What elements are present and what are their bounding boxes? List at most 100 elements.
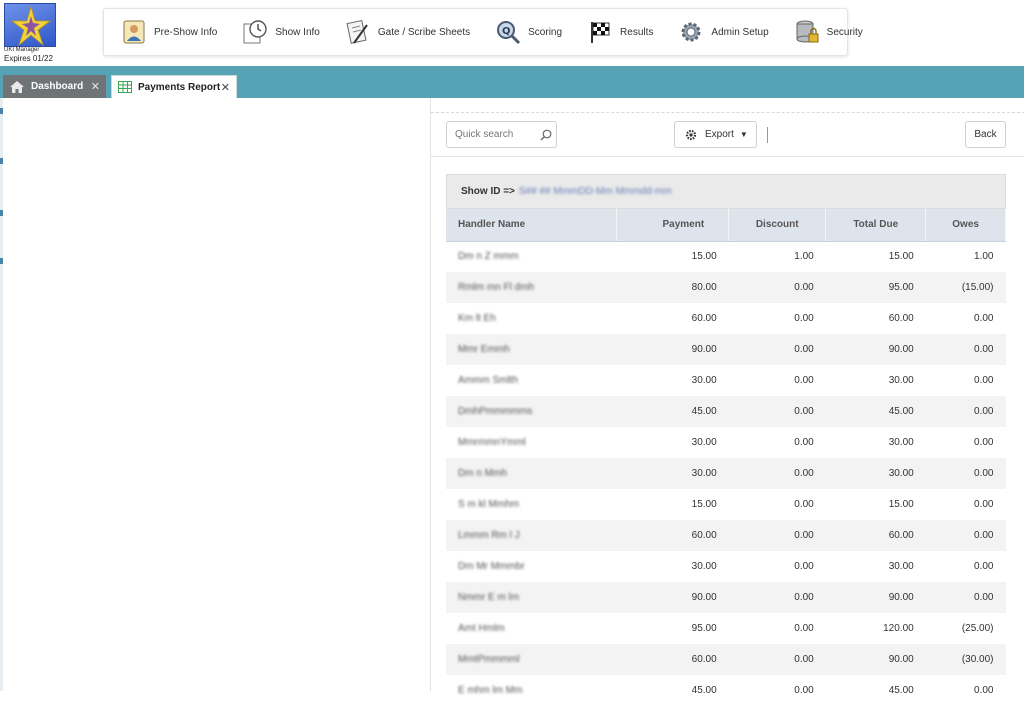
nav-show-info[interactable]: Show Info [241,12,320,52]
owes-cell: (15.00) [925,272,1006,303]
handler-name: Mmr Emmh [458,344,510,355]
tab-label: Dashboard [31,81,84,92]
col-total-due[interactable]: Total Due [825,209,927,242]
table-row[interactable]: DmhPmmmmms 45.00 0.00 45.00 0.00 [446,396,1006,427]
tab-payments-report[interactable]: Payments Report ✕ [111,75,237,98]
tab-dashboard[interactable]: Dashboard ✕ [3,75,106,98]
table-row[interactable]: Dm Mr Mmmbr 30.00 0.00 30.00 0.00 [446,551,1006,582]
payment-cell: 80.00 [616,272,729,303]
owes-cell: 0.00 [974,313,994,324]
close-icon[interactable]: ✕ [91,80,100,93]
owes-cell: 0.00 [974,561,994,572]
total-due-cell: 30.00 [825,458,926,489]
report-body: Show ID => S## ## MmmDD-Mm Mmmdd-mm Hand… [446,174,1006,706]
database-lock-icon [793,18,821,46]
table-row[interactable]: Dm n Z mmm 15.00 1.00 15.00 1.00 [446,241,1006,272]
search-icon[interactable] [536,129,556,141]
app-logo[interactable] [4,3,56,47]
col-discount[interactable]: Discount [728,209,827,242]
total-due-cell: 30.00 [888,437,914,448]
handler-name: Dm Mr Mmmbr [458,561,525,572]
discount-cell: 0.00 [728,582,826,613]
gear-icon [677,18,705,46]
discount-cell: 0.00 [794,561,814,572]
left-edge-strip [0,98,3,691]
home-icon [9,80,25,94]
handler-name: Rmlm mn Fl dmh [458,282,535,293]
owes-cell: 0.00 [925,582,1006,613]
nav-security[interactable]: Security [793,12,863,52]
owes-cell: 1.00 [974,251,994,263]
nav-admin-setup[interactable]: Admin Setup [677,12,769,52]
payment-cell: 45.00 [616,396,729,427]
payment-cell: 30.00 [616,458,729,489]
nav-gate-scribe-sheets[interactable]: Gate / Scribe Sheets [344,12,470,52]
payment-cell: 30.00 [691,437,717,448]
handler-name-cell: MmrmmnYmml [446,427,616,458]
table-row[interactable]: Lmmm Rm l J 60.00 0.00 60.00 0.00 [446,520,1006,551]
quick-search-input[interactable]: Quick search [446,121,557,148]
owes-cell: 0.00 [974,437,994,448]
payment-cell: 60.00 [691,313,717,324]
owes-cell: (30.00) [925,644,1006,675]
total-due-cell: 45.00 [825,396,926,427]
owes-cell: 0.00 [925,334,1006,365]
table-row[interactable]: S m kl Mmhm 15.00 0.00 15.00 0.00 [446,489,1006,520]
nav-label: Security [826,26,863,38]
table-row[interactable]: Nmmr E m lm 90.00 0.00 90.00 0.00 [446,582,1006,613]
payment-cell: 90.00 [616,582,729,613]
handler-name: DmhPmmmmms [458,406,533,417]
magnifier-q-icon: Q [494,18,522,46]
handler-name-cell: MmtPmmmml [446,644,616,675]
table-row[interactable]: MmtPmmmml 60.00 0.00 90.00 (30.00) [446,644,1006,675]
table-row[interactable]: Ammm Smlth 30.00 0.00 30.00 0.00 [446,365,1006,396]
handler-name: MmrmmnYmml [458,437,526,448]
total-due-cell: 30.00 [888,375,914,386]
nav-label: Gate / Scribe Sheets [377,26,471,38]
col-handler-name[interactable]: Handler Name [446,209,617,242]
handler-name-cell: Lmmm Rm l J [446,520,616,551]
search-placeholder: Quick search [455,129,514,140]
svg-text:Q: Q [502,26,511,37]
table-row[interactable]: Km lt Eh 60.00 0.00 60.00 0.00 [446,303,1006,334]
table-row[interactable]: Rmlm mn Fl dmh 80.00 0.00 95.00 (15.00) [446,272,1006,303]
table-row[interactable]: Mmr Emmh 90.00 0.00 90.00 0.00 [446,334,1006,365]
handler-name-cell: Nmmr E m lm [446,582,616,613]
show-id-label: Show ID => [461,186,515,197]
discount-cell: 0.00 [728,334,826,365]
show-id-value: S## ## MmmDD-Mm Mmmdd-mm [518,186,672,197]
close-icon[interactable]: ✕ [221,81,230,94]
total-due-cell: 60.00 [888,313,914,324]
handler-name: Dm n Mmh [458,468,507,479]
export-button[interactable]: Export ▼ [674,121,757,148]
table-row[interactable]: Dm n Mmh 30.00 0.00 30.00 0.00 [446,458,1006,489]
star-logo-icon [10,5,52,46]
nav-pre-show-info[interactable]: Pre-Show Info [120,12,217,52]
total-due-cell: 90.00 [825,582,926,613]
handler-name: Dm n Z mmm [458,251,519,263]
col-payment[interactable]: Payment [616,209,730,242]
nav-label: Pre-Show Info [154,26,218,38]
chevron-down-icon: ▼ [739,130,748,139]
handler-name-cell: Mmr Emmh [446,334,616,365]
handler-name: Ammm Smlth [458,375,518,386]
discount-cell: 0.00 [728,520,826,551]
show-id-header: Show ID => S## ## MmmDD-Mm Mmmdd-mm [446,174,1006,209]
back-button[interactable]: Back [965,121,1006,148]
handler-name-cell: S m kl Mmhm [446,489,616,520]
owes-cell: 0.00 [925,458,1006,489]
total-due-cell: 30.00 [888,561,914,572]
payments-table: Handler Name Payment Discount Total Due … [446,209,1006,706]
nav-results[interactable]: Results [586,12,653,52]
table-row[interactable]: MmrmmnYmml 30.00 0.00 30.00 0.00 [446,427,1006,458]
clipboard-pen-icon [344,18,372,46]
owes-cell: 0.00 [925,396,1006,427]
payment-cell: 60.00 [616,644,729,675]
main-nav: Pre-Show Info Show Info Gate / Scribe Sh… [103,8,863,56]
total-due-cell: 90.00 [825,334,926,365]
col-owes[interactable]: Owes [925,209,1006,242]
nav-scoring[interactable]: Q Scoring [494,12,562,52]
table-row[interactable]: Amt Hmlm 95.00 0.00 120.00 (25.00) [446,613,1006,644]
handler-name-cell: Dm n Mmh [446,458,616,489]
handler-name-cell: Dm n Z mmm [446,241,616,272]
